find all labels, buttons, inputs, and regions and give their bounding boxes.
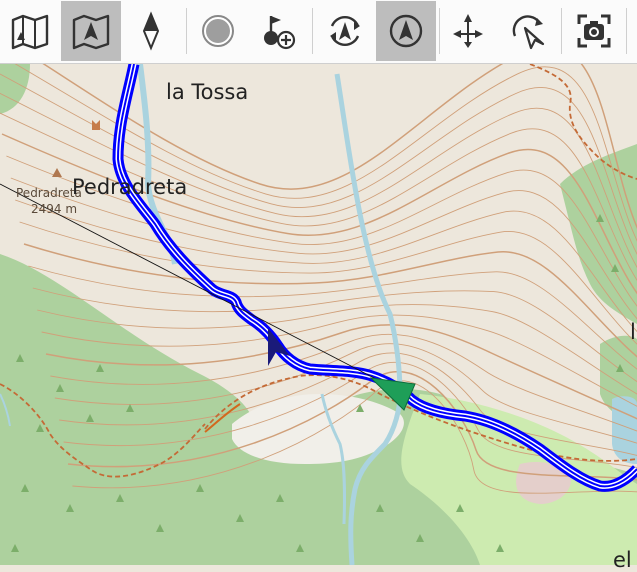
peak-elevation: 2494 m — [31, 202, 78, 216]
lake — [612, 396, 637, 464]
map-canvas[interactable] — [0, 64, 637, 565]
move-button[interactable] — [438, 1, 498, 61]
record-icon — [202, 15, 234, 47]
place-label-tossa: la Tossa — [166, 80, 249, 104]
navigate-button[interactable] — [376, 1, 436, 61]
compass-icon — [142, 11, 160, 51]
route-cursor-icon — [512, 15, 545, 50]
map-follow-icon — [72, 14, 110, 50]
move-icon — [453, 14, 483, 48]
screenshot-icon — [577, 14, 611, 48]
record-button[interactable] — [188, 1, 248, 61]
map-follow-button[interactable] — [61, 1, 121, 61]
screenshot-button[interactable] — [564, 1, 624, 61]
add-waypoint-icon — [264, 16, 296, 50]
compass-button[interactable] — [121, 1, 181, 61]
navigate-auto-icon — [330, 16, 360, 46]
place-label-peak: Pedradreta — [72, 175, 188, 199]
map-button[interactable] — [0, 1, 60, 61]
toolbar-separator — [561, 8, 562, 54]
map-view[interactable]: la Tossa Pedradreta 2494 m Pedradreta l … — [0, 64, 637, 572]
map-icon — [11, 14, 49, 50]
add-waypoint-button[interactable] — [248, 1, 308, 61]
navigate-icon — [389, 14, 423, 48]
toolbar-separator — [626, 8, 627, 54]
toolbar-separator — [312, 8, 313, 54]
navigate-auto-button[interactable] — [315, 1, 375, 61]
route-cursor-button[interactable] — [498, 1, 558, 61]
map-toolbar — [0, 0, 637, 64]
place-label-edge: l — [630, 320, 636, 344]
toolbar-separator — [186, 8, 187, 54]
place-label-edge: el — [613, 548, 632, 572]
